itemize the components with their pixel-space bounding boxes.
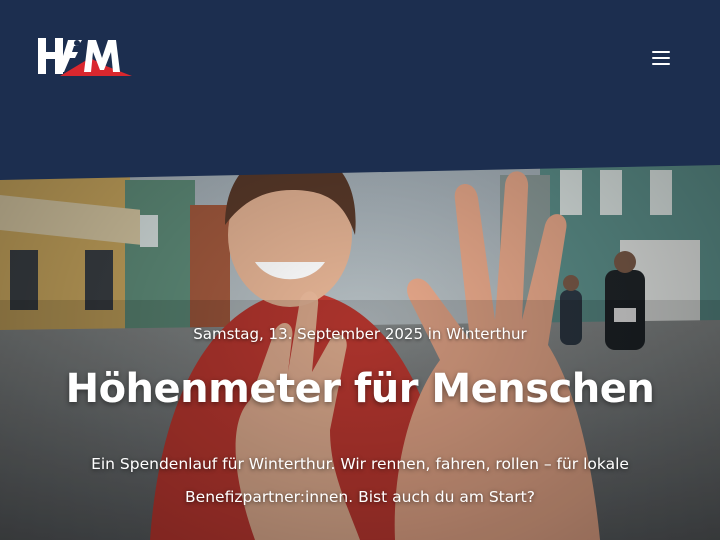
menu-button[interactable] [650, 49, 672, 67]
hamburger-icon-middle [652, 57, 670, 59]
hero-lead-text: Ein Spendenlauf für Winterthur. Wir renn… [91, 455, 629, 506]
hamburger-icon-bottom [652, 63, 670, 65]
hamburger-icon [652, 51, 670, 53]
site-logo[interactable] [38, 36, 132, 76]
hfm-logo-icon [38, 38, 132, 76]
page-title: Höhenmeter für Menschen [65, 366, 655, 412]
event-date: Samstag, 13. September 2025 in Winterthu… [193, 325, 527, 343]
